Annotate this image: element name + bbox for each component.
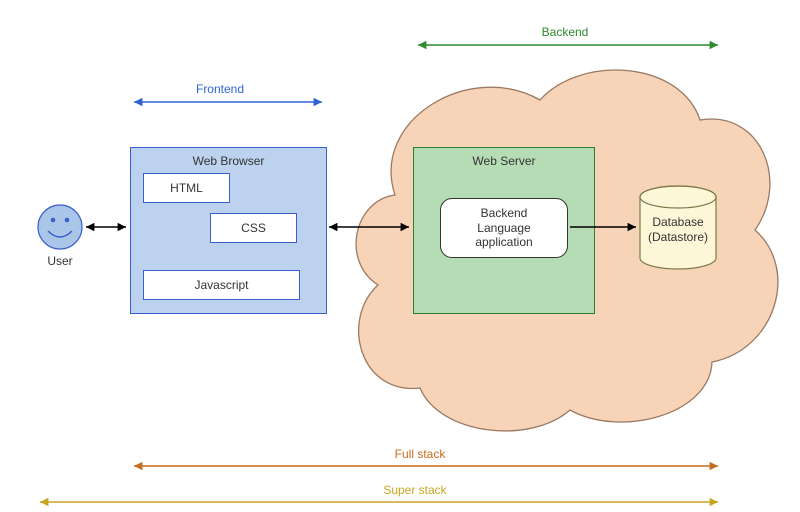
diagram-canvas: User Web Browser HTML CSS Javascript Web… (0, 0, 800, 512)
super-stack-arrow-icon (0, 0, 800, 512)
